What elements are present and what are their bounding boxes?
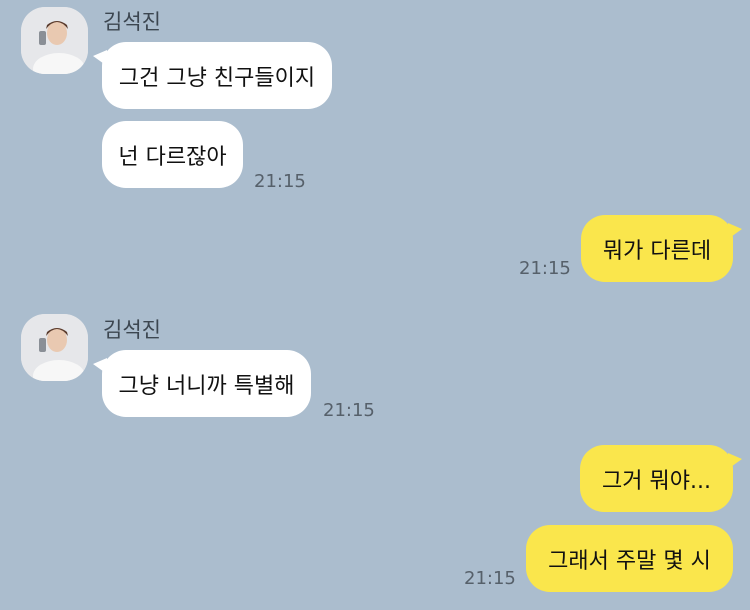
message-text: 그건 그냥 친구들이지 xyxy=(118,65,316,91)
message-bubble-outgoing[interactable]: 뭐가 다른데 xyxy=(581,215,742,282)
bubble-tail xyxy=(93,358,107,374)
message-timestamp: 21:15 xyxy=(323,400,375,421)
message-text: 그거 뭐야... xyxy=(602,468,711,494)
message-bubble-incoming[interactable]: 그건 그냥 친구들이지 xyxy=(93,42,332,109)
message-bubble-incoming[interactable]: 그냥 너니까 특별해 xyxy=(93,350,311,417)
message-text: 뭐가 다른데 xyxy=(602,238,712,264)
avatar[interactable] xyxy=(21,7,88,74)
message-timestamp: 21:15 xyxy=(254,171,306,192)
message-bubble-outgoing[interactable]: 그거 뭐야... xyxy=(580,445,742,512)
message-bubble-incoming[interactable]: 넌 다르잖아 xyxy=(102,121,243,188)
bubble-tail xyxy=(728,223,742,239)
bubble-tail xyxy=(728,453,742,469)
message-bubble-outgoing[interactable]: 그래서 주말 몇 시 xyxy=(526,525,733,592)
sender-name: 김석진 xyxy=(103,10,161,34)
profile-photo-icon xyxy=(21,7,88,74)
message-text: 넌 다르잖아 xyxy=(118,144,227,170)
message-timestamp: 21:15 xyxy=(519,258,571,279)
bubble-tail xyxy=(93,50,107,66)
avatar[interactable] xyxy=(21,314,88,381)
message-text: 그래서 주말 몇 시 xyxy=(548,548,711,574)
message-timestamp: 21:15 xyxy=(464,568,516,589)
message-text: 그냥 너니까 특별해 xyxy=(118,373,295,399)
sender-name: 김석진 xyxy=(103,318,161,342)
profile-photo-icon xyxy=(21,314,88,381)
